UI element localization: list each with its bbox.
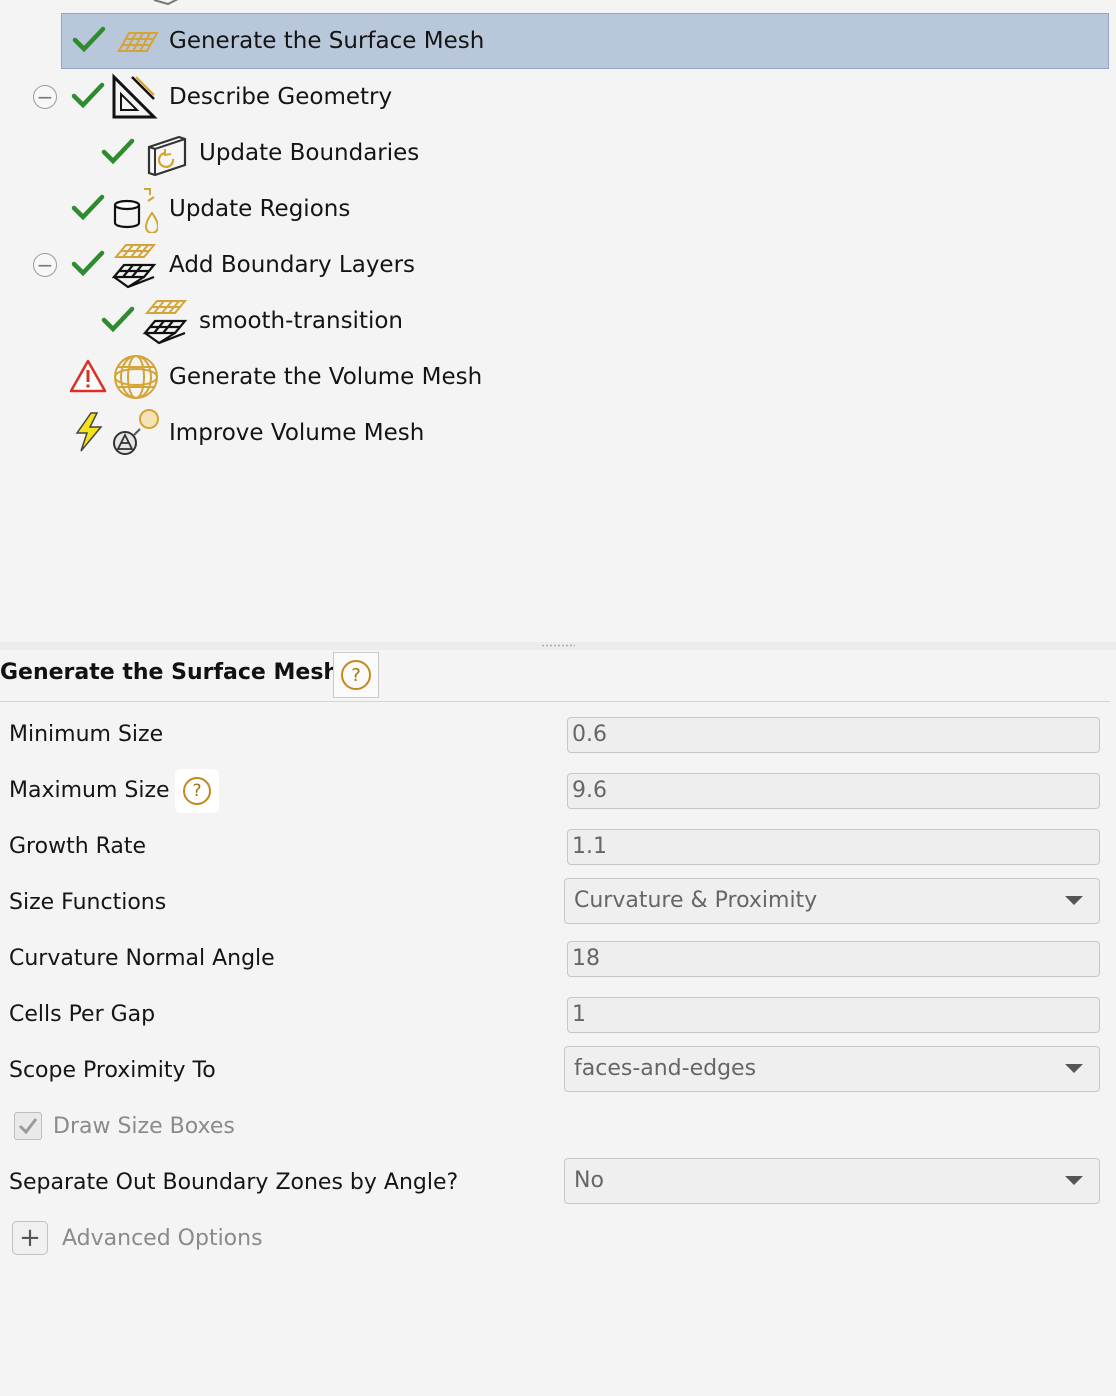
splitter-grip[interactable] [541, 644, 575, 647]
separate-boundary-zones-label: Separate Out Boundary Zones by Angle? [9, 1170, 459, 1195]
tree-item-update-boundaries[interactable]: Update Boundaries [0, 125, 1100, 181]
chevron-down-icon [1065, 1064, 1083, 1073]
advanced-options-label[interactable]: Advanced Options [62, 1226, 263, 1251]
minimum-size-label: Minimum Size [9, 722, 164, 747]
growth-rate-label: Growth Rate [9, 834, 147, 859]
surface-mesh-icon [117, 32, 159, 52]
size-functions-dropdown[interactable]: Curvature & Proximity [564, 878, 1100, 924]
check-icon [101, 306, 135, 333]
help-button[interactable]: ? [333, 652, 379, 698]
tree-item-label: Describe Geometry [169, 84, 393, 110]
growth-rate-field[interactable]: 1.1 [567, 829, 1100, 865]
size-functions-value: Curvature & Proximity [574, 888, 818, 913]
chevron-down-icon [1065, 896, 1083, 905]
tree-item-describe-geometry[interactable]: − Describe Geometry [0, 69, 1100, 125]
check-icon [101, 138, 135, 165]
advanced-options-expand-button[interactable]: + [12, 1221, 48, 1255]
draw-size-boxes-label: Draw Size Boxes [53, 1114, 235, 1139]
boundary-layers-icon [111, 244, 157, 289]
panel-splitter[interactable] [0, 642, 1116, 650]
help-icon: ? [341, 660, 371, 690]
separate-boundary-zones-dropdown[interactable]: No [564, 1158, 1100, 1204]
task-properties-panel: Generate the Surface Mesh ? Minimum Size… [0, 650, 1116, 1396]
curvature-normal-angle-label: Curvature Normal Angle [9, 946, 275, 971]
tree-item-add-boundary-layers[interactable]: − Add Boundary Layers [0, 237, 1100, 293]
check-icon [71, 82, 105, 109]
cells-per-gap-field[interactable]: 1 [567, 997, 1100, 1033]
check-icon [71, 250, 105, 277]
tree-item-label: Add Boundary Layers [169, 252, 416, 278]
warning-icon [69, 359, 107, 393]
tree-item-label: Improve Volume Mesh [169, 420, 425, 446]
collapse-toggle[interactable]: − [33, 85, 57, 109]
tree-item-label: Update Boundaries [199, 140, 420, 166]
tree-item-label: Generate the Surface Mesh [169, 28, 485, 54]
maximum-size-field[interactable]: 9.6 [567, 773, 1100, 809]
size-functions-label: Size Functions [9, 890, 167, 915]
workflow-tree: Generate the Surface Mesh − Describe Geo… [0, 0, 1116, 642]
checkmark-icon [18, 1118, 38, 1135]
chevron-down-icon [1065, 1176, 1083, 1185]
check-icon [71, 194, 105, 221]
collapse-toggle[interactable]: − [33, 253, 57, 277]
tree-item-generate-surface-mesh[interactable]: Generate the Surface Mesh [61, 13, 1109, 69]
tree-item-improve-volume-mesh[interactable]: Improve Volume Mesh [0, 405, 1100, 461]
tree-item-update-regions[interactable]: Update Regions [0, 181, 1100, 237]
scope-proximity-to-dropdown[interactable]: faces-and-edges [564, 1046, 1100, 1092]
panel-header: Generate the Surface Mesh ? [0, 650, 1110, 702]
lightning-icon [75, 412, 103, 452]
scope-proximity-to-value: faces-and-edges [574, 1056, 757, 1081]
tree-item-label: smooth-transition [199, 308, 404, 334]
draw-size-boxes-checkbox[interactable] [14, 1112, 42, 1140]
curvature-normal-angle-field[interactable]: 18 [567, 941, 1100, 977]
help-icon: ? [183, 777, 211, 805]
tree-item-label: Update Regions [169, 196, 351, 222]
geometry-icon [112, 73, 158, 119]
maximum-size-label: Maximum Size [9, 778, 170, 803]
check-icon [72, 26, 106, 53]
regions-icon [113, 188, 158, 233]
tree-item-smooth-transition[interactable]: smooth-transition [0, 293, 1100, 349]
panel-title: Generate the Surface Mesh [0, 660, 340, 685]
cells-per-gap-label: Cells Per Gap [9, 1002, 156, 1027]
separate-boundary-zones-value: No [574, 1168, 604, 1193]
tree-item-label: Generate the Volume Mesh [169, 364, 483, 390]
boundaries-icon [147, 135, 187, 177]
scope-proximity-to-label: Scope Proximity To [9, 1058, 216, 1083]
minimum-size-field[interactable]: 0.6 [567, 717, 1100, 753]
tree-item-generate-volume-mesh[interactable]: Generate the Volume Mesh [0, 349, 1100, 405]
boundary-layers-icon [142, 300, 188, 345]
clipped-item-icon [153, 0, 179, 6]
volume-mesh-icon [114, 355, 158, 399]
maximum-size-help-button[interactable]: ? [175, 769, 219, 813]
improve-mesh-icon [113, 409, 159, 455]
